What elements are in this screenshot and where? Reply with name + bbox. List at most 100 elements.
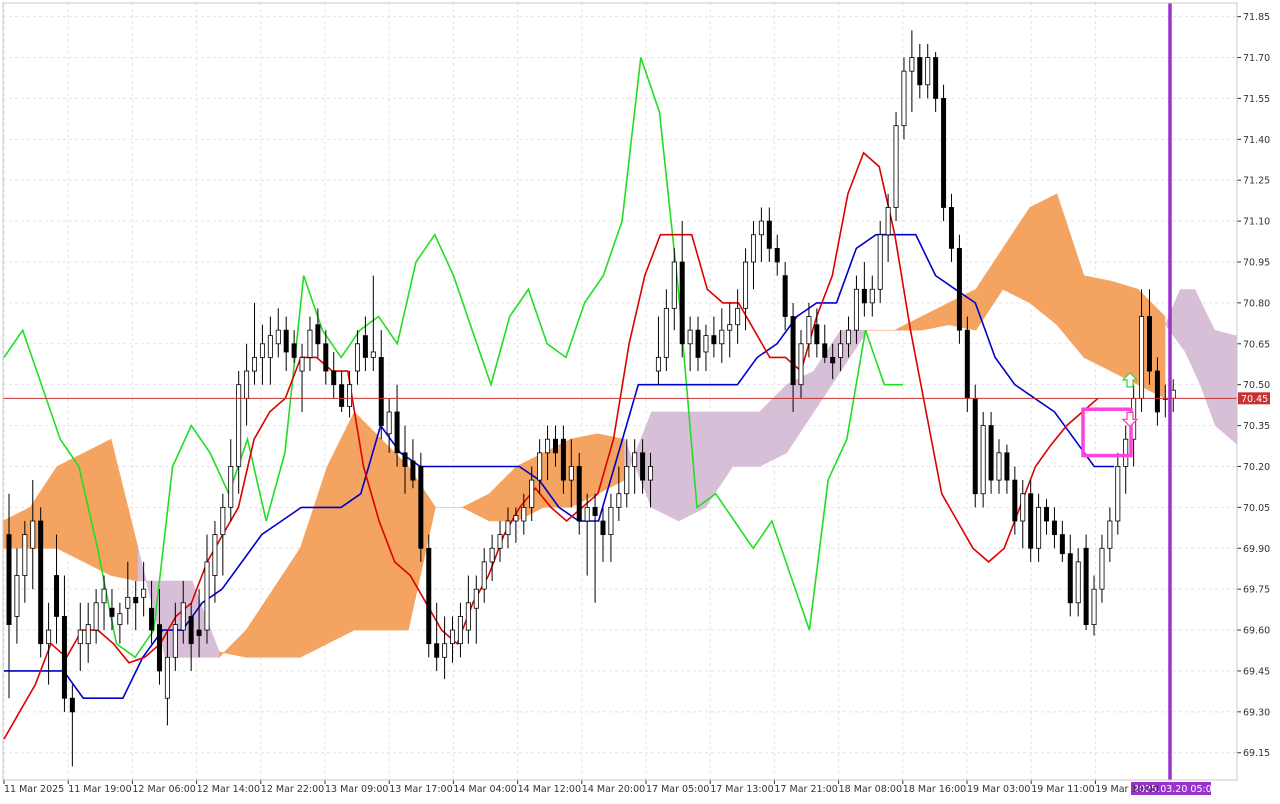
candle-body[interactable] (172, 624, 178, 658)
candle-body[interactable] (1067, 553, 1073, 604)
candle-body[interactable] (711, 335, 717, 345)
candle-body[interactable] (275, 329, 281, 345)
candle-body[interactable] (616, 493, 622, 508)
candle-body[interactable] (861, 288, 867, 304)
candle-body[interactable] (798, 343, 804, 386)
candle-body[interactable] (655, 357, 661, 372)
candle-body[interactable] (228, 466, 234, 508)
candle-body[interactable] (212, 534, 218, 576)
candle-body[interactable] (38, 520, 44, 645)
candle-body[interactable] (766, 220, 772, 249)
candle-body[interactable] (315, 324, 321, 345)
candle-body[interactable] (568, 466, 574, 481)
candle-body[interactable] (442, 643, 448, 658)
candle-body[interactable] (457, 616, 463, 645)
candle-body[interactable] (418, 466, 424, 549)
candle-body[interactable] (1075, 561, 1081, 604)
candle-body[interactable] (402, 452, 408, 467)
candle-body[interactable] (560, 438, 566, 481)
candle-body[interactable] (1012, 479, 1018, 522)
candle-body[interactable] (901, 70, 907, 127)
candle-body[interactable] (925, 57, 931, 86)
candle-body[interactable] (481, 561, 487, 590)
candle-body[interactable] (980, 425, 986, 495)
candle-body[interactable] (1099, 547, 1105, 590)
candle-body[interactable] (529, 479, 535, 508)
candle-body[interactable] (1083, 547, 1089, 626)
candle-body[interactable] (782, 275, 788, 317)
candle-body[interactable] (743, 261, 749, 309)
candle-body[interactable] (584, 506, 590, 522)
candle-body[interactable] (703, 335, 709, 353)
candle-body[interactable] (77, 629, 83, 645)
candle-body[interactable] (101, 588, 107, 604)
candle-body[interactable] (877, 234, 883, 290)
candle-body[interactable] (687, 329, 693, 345)
candle-body[interactable] (434, 643, 440, 658)
candle-body[interactable] (149, 607, 155, 631)
candle-body[interactable] (893, 125, 899, 208)
candle-body[interactable] (695, 329, 701, 358)
candle-body[interactable] (46, 629, 52, 645)
candle-body[interactable] (964, 329, 970, 399)
candle-body[interactable] (450, 629, 456, 645)
candle-body[interactable] (54, 575, 60, 617)
candle-body[interactable] (521, 506, 527, 522)
candle-body[interactable] (465, 602, 471, 631)
candle-body[interactable] (663, 307, 669, 358)
candle-body[interactable] (830, 357, 836, 364)
candle-body[interactable] (671, 261, 677, 309)
candle-body[interactable] (758, 220, 764, 236)
candle-body[interactable] (267, 335, 273, 358)
candle-body[interactable] (410, 460, 416, 481)
candle-body[interactable] (1020, 493, 1026, 522)
candle-body[interactable] (790, 316, 796, 386)
candle-body[interactable] (822, 343, 828, 358)
candle-body[interactable] (14, 575, 20, 617)
candle-body[interactable] (545, 438, 551, 454)
candle-body[interactable] (727, 324, 733, 331)
candle-body[interactable] (1004, 452, 1010, 481)
candle-body[interactable] (93, 602, 99, 631)
candle-body[interactable] (426, 547, 432, 645)
candle-body[interactable] (735, 307, 741, 326)
candle-body[interactable] (1170, 389, 1176, 399)
candle-body[interactable] (1059, 534, 1065, 555)
candle-body[interactable] (117, 613, 123, 626)
candle-body[interactable] (30, 520, 36, 549)
candle-body[interactable] (608, 506, 614, 536)
candle-body[interactable] (220, 506, 226, 536)
candle-body[interactable] (497, 534, 503, 549)
candle-body[interactable] (69, 697, 75, 713)
candle-body[interactable] (1154, 370, 1160, 413)
candle-body[interactable] (846, 329, 852, 345)
candle-body[interactable] (948, 207, 954, 249)
candle-body[interactable] (537, 452, 543, 481)
candle-body[interactable] (323, 343, 329, 372)
candle-body[interactable] (473, 588, 479, 609)
candle-body[interactable] (307, 329, 313, 358)
candle-body[interactable] (394, 411, 400, 454)
candle-body[interactable] (1051, 520, 1057, 536)
candle-body[interactable] (1036, 506, 1042, 549)
candle-body[interactable] (719, 329, 725, 345)
candle-body[interactable] (774, 247, 780, 263)
candle-body[interactable] (236, 384, 242, 467)
candle-body[interactable] (885, 207, 891, 236)
candle-body[interactable] (996, 452, 1002, 481)
candle-body[interactable] (61, 616, 67, 699)
ichimoku-chart[interactable]: 70.45 2025.03.20 05:00 71.85 71.70 71.55 71.… (0, 0, 1280, 800)
candle-body[interactable] (362, 335, 368, 358)
candle-body[interactable] (941, 98, 947, 208)
candle-body[interactable] (180, 602, 186, 631)
candle-body[interactable] (133, 596, 139, 604)
candle-body[interactable] (552, 438, 558, 454)
candle-body[interactable] (244, 370, 250, 399)
candle-body[interactable] (1091, 588, 1097, 626)
candle-body[interactable] (386, 411, 392, 435)
candle-body[interactable] (188, 616, 194, 645)
candle-body[interactable] (513, 515, 519, 522)
candle-body[interactable] (1146, 316, 1152, 372)
candle-body[interactable] (370, 351, 376, 358)
candle-body[interactable] (1044, 506, 1050, 522)
